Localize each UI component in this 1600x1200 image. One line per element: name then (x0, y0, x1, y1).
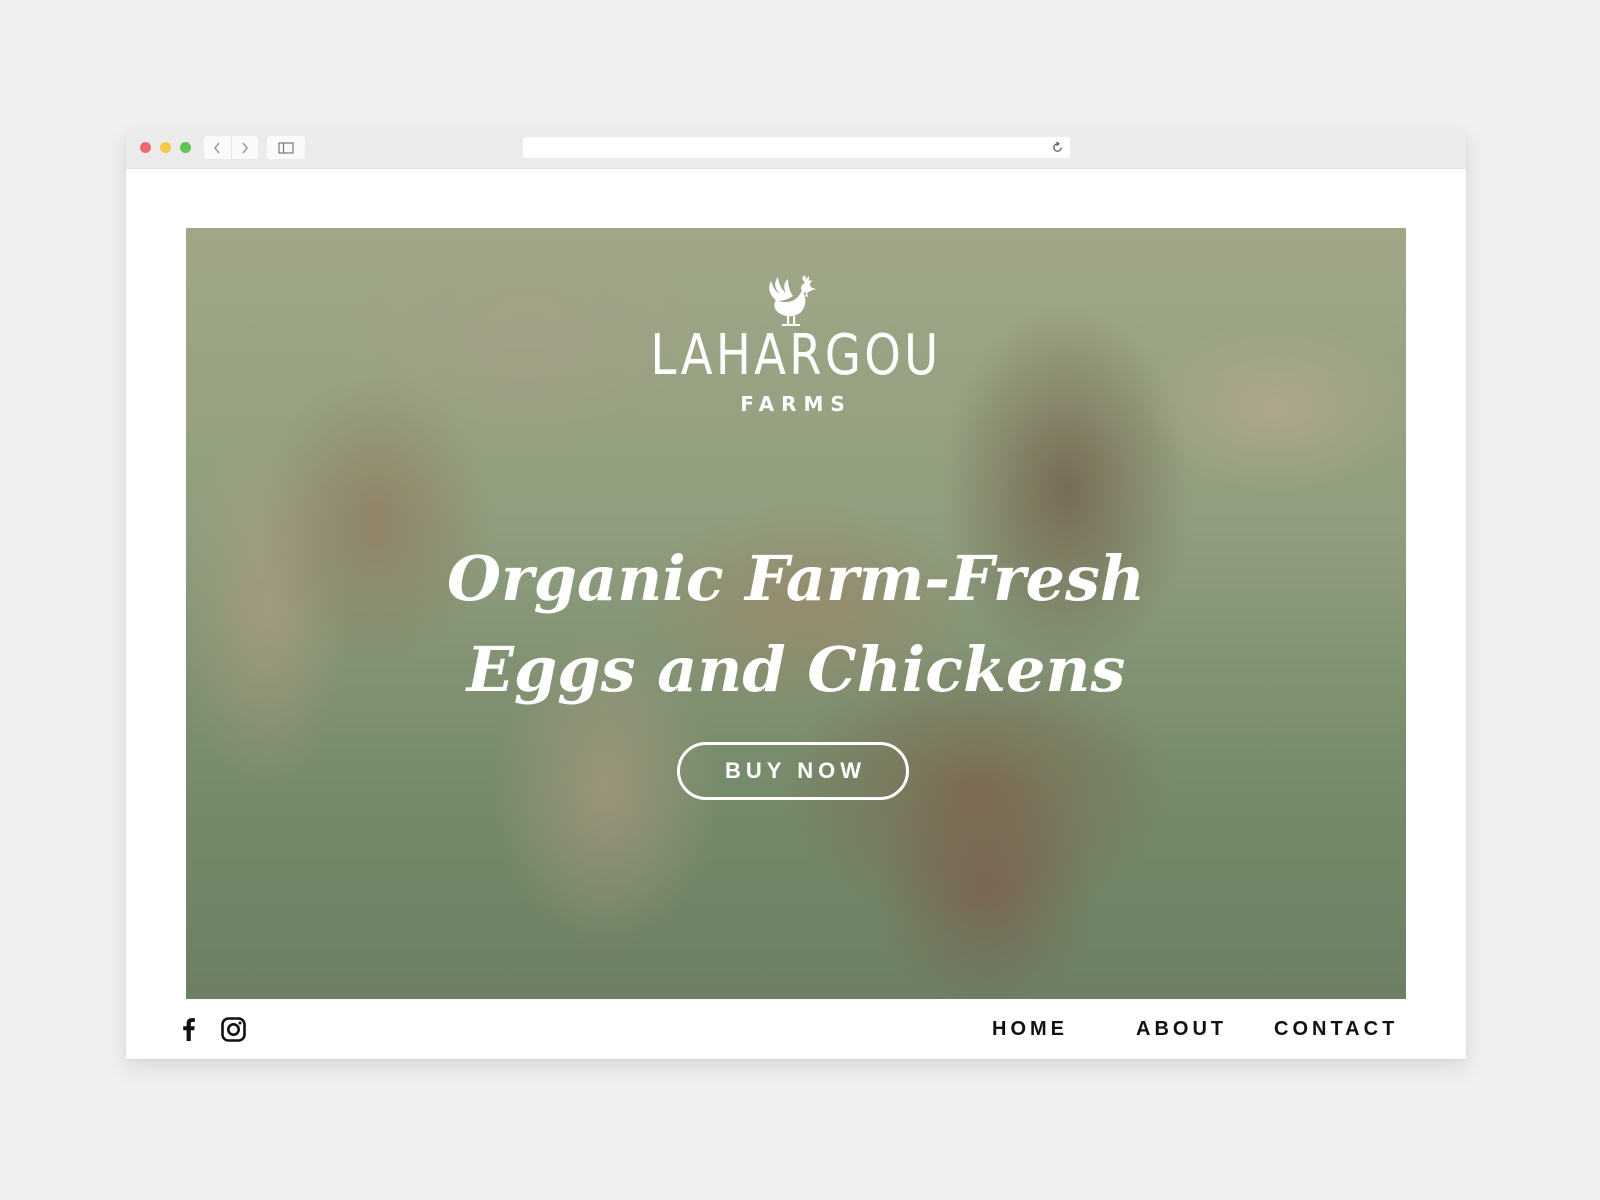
footer-bar: HOME ABOUT CONTACT (126, 999, 1466, 1059)
forward-button[interactable] (230, 136, 259, 159)
sidebar-toggle-button[interactable] (267, 136, 305, 159)
history-buttons (204, 136, 258, 159)
zoom-window-button[interactable] (180, 142, 191, 153)
hero-headline: Organic Farm-Fresh Eggs and Chickens (186, 533, 1406, 715)
nav-about-link[interactable]: ABOUT (1136, 1017, 1227, 1041)
nav-contact-link[interactable]: CONTACT (1274, 1017, 1398, 1041)
sidebar-toggle-icon (278, 141, 294, 154)
minimize-window-button[interactable] (160, 142, 171, 153)
chevron-right-icon (242, 142, 248, 153)
address-bar (523, 137, 1070, 158)
brand-name: LAHARGOU (650, 323, 942, 388)
back-button[interactable] (204, 136, 231, 159)
brand-subtitle: FARMS (740, 392, 852, 416)
browser-toolbar (126, 131, 1466, 169)
hero-banner: LAHARGOU FARMS Organic Farm-Fresh Eggs a… (186, 228, 1406, 999)
web-page: LAHARGOU FARMS Organic Farm-Fresh Eggs a… (126, 169, 1466, 1059)
chevron-left-icon (214, 142, 220, 153)
reload-icon[interactable] (1051, 141, 1064, 154)
nav-home-link[interactable]: HOME (992, 1017, 1068, 1041)
rooster-icon (769, 275, 816, 326)
browser-window: LAHARGOU FARMS Organic Farm-Fresh Eggs a… (126, 131, 1466, 1059)
headline-line-1: Organic Farm-Fresh (447, 542, 1145, 615)
close-window-button[interactable] (140, 142, 151, 153)
url-input[interactable] (523, 137, 1043, 158)
headline-line-2: Eggs and Chickens (466, 633, 1126, 706)
footer-nav: HOME ABOUT CONTACT (126, 999, 1466, 1059)
buy-now-button[interactable]: BUY NOW (677, 742, 909, 800)
